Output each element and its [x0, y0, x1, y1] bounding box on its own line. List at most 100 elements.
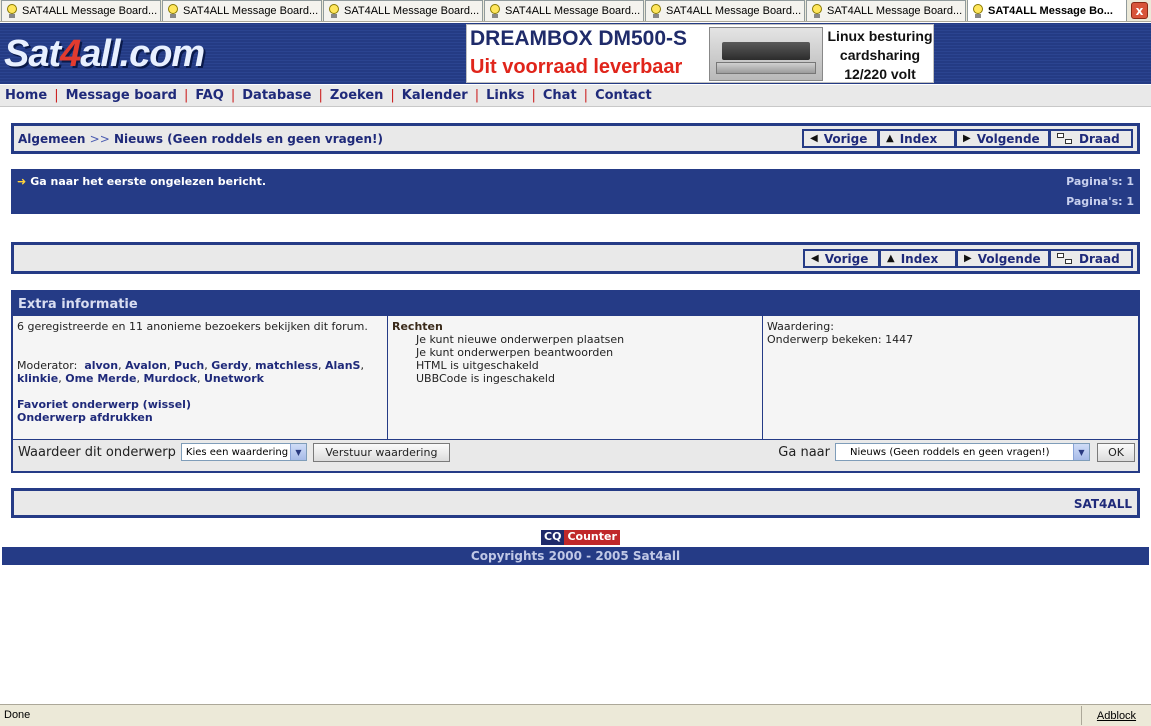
chevron-down-icon: ▼ — [289, 444, 306, 460]
browser-tab[interactable]: SAT4ALL Message Board... — [1, 0, 161, 21]
breadcrumb: Algemeen >> Nieuws (Geen roddels en geen… — [18, 132, 383, 146]
index-button[interactable]: ▲ Index — [879, 249, 956, 268]
goto-ok-button[interactable]: OK — [1097, 442, 1135, 462]
extra-info-panel: Extra informatie 6 geregistreerde en 11 … — [11, 290, 1140, 473]
next-button[interactable]: ▶ Volgende — [955, 129, 1049, 148]
copyright: Copyrights 2000 - 2005 Sat4all — [2, 547, 1149, 565]
close-tab-button[interactable]: x — [1131, 2, 1148, 19]
moderator-link[interactable]: Avalon — [125, 359, 167, 372]
nav-separator: | — [318, 88, 323, 103]
nav-separator: | — [183, 88, 189, 103]
nav-contact[interactable]: Contact — [595, 88, 652, 103]
breadcrumb-current[interactable]: Nieuws (Geen roddels en geen vragen!) — [114, 132, 383, 146]
moderator-link[interactable]: Murdock — [144, 372, 197, 385]
nav-links[interactable]: Links — [486, 88, 524, 103]
thread-nav-buttons: ◀ Vorige ▲ Index ▶ Volgende Draad — [802, 129, 1133, 148]
nav-separator: | — [54, 88, 59, 103]
banner-subtitle: Uit voorraad leverbaar — [470, 56, 683, 78]
advert-banner[interactable]: DREAMBOX DM500-S Uit voorraad leverbaar … — [466, 24, 934, 83]
index-button[interactable]: ▲ Index — [878, 129, 955, 148]
arrow-up-icon: ▲ — [886, 133, 894, 144]
permission-item: UBBCode is ingeschakeld — [416, 372, 555, 385]
adblock-button[interactable]: Adblock — [1081, 706, 1151, 725]
browser-tab[interactable]: SAT4ALL Message Board... — [162, 0, 322, 21]
nav-separator: | — [583, 88, 589, 103]
rights-column: Rechten Je kunt nieuwe onderwerpen plaat… — [388, 316, 763, 439]
moderator-link[interactable]: Gerdy — [211, 359, 248, 372]
view-count: Onderwerp bekeken: 1447 — [767, 333, 914, 346]
rights-title: Rechten — [392, 320, 443, 333]
lightbulb-icon — [6, 4, 18, 18]
status-text: Done — [4, 709, 31, 721]
thread-icon — [1057, 132, 1073, 145]
thread-nav-buttons: ◀ Vorige ▲ Index ▶ Volgende Draad — [803, 249, 1133, 268]
site-header: Sat4all.com DREAMBOX DM500-S Uit voorraa… — [0, 23, 1151, 84]
nav-zoeken[interactable]: Zoeken — [330, 88, 384, 103]
browser-tab[interactable]: SAT4ALL Message Board... — [806, 0, 966, 21]
nav-separator: | — [230, 88, 236, 103]
breadcrumb-root[interactable]: Algemeen — [18, 132, 85, 146]
nav-chat[interactable]: Chat — [543, 88, 577, 103]
thread-nav-bar-bottom: ◀ Vorige ▲ Index ▶ Volgende Draad — [11, 242, 1140, 274]
cq-counter-badge[interactable]: CQ Counter — [541, 530, 620, 545]
moderator-link[interactable]: alvon — [84, 359, 118, 372]
thread-button[interactable]: Draad — [1049, 249, 1133, 268]
prev-button[interactable]: ◀ Vorige — [802, 129, 878, 148]
nav-database[interactable]: Database — [242, 88, 311, 103]
tab-label: SAT4ALL Message Board... — [827, 5, 963, 17]
nav-message-board[interactable]: Message board — [66, 88, 177, 103]
permission-item: Je kunt onderwerpen beantwoorden — [416, 346, 614, 359]
moderator-link[interactable]: matchless — [255, 359, 318, 372]
tab-label: SAT4ALL Message Board... — [22, 5, 158, 17]
browser-tab[interactable]: SAT4ALL Message Board... — [484, 0, 644, 21]
nav-separator: | — [531, 88, 536, 103]
browser-tab[interactable]: SAT4ALL Message Board... — [323, 0, 483, 21]
rating-select[interactable]: Kies een waardering ▼ — [180, 443, 307, 461]
moderator-link[interactable]: Puch — [174, 359, 204, 372]
browser-tab-active[interactable]: SAT4ALL Message Bo... — [967, 0, 1127, 21]
arrow-left-icon: ◀ — [810, 133, 818, 144]
next-button[interactable]: ▶ Volgende — [956, 249, 1049, 268]
lightbulb-icon — [811, 4, 823, 18]
moderator-link[interactable]: Unetwork — [204, 372, 264, 385]
nav-separator: | — [474, 88, 480, 103]
lightbulb-icon — [972, 3, 984, 18]
print-topic-link[interactable]: Onderwerp afdrukken — [17, 411, 153, 424]
close-icon: x — [1135, 3, 1144, 18]
lightbulb-icon — [328, 4, 340, 18]
arrow-right-icon: ➜ — [17, 175, 27, 188]
prev-button[interactable]: ◀ Vorige — [803, 249, 879, 268]
submit-rating-button[interactable]: Verstuur waardering — [312, 442, 450, 462]
permission-item: Je kunt nieuwe onderwerpen plaatsen — [416, 333, 625, 346]
breadcrumb-bar: Algemeen >> Nieuws (Geen roddels en geen… — [11, 123, 1140, 154]
arrow-right-icon: ▶ — [964, 253, 972, 264]
nav-kalender[interactable]: Kalender — [402, 88, 468, 103]
browser-tab[interactable]: SAT4ALL Message Board... — [645, 0, 805, 21]
moderator-list: Moderator: alvon, Avalon, Puch, Gerdy, m… — [17, 359, 364, 385]
nav-faq[interactable]: FAQ — [195, 88, 224, 103]
favorite-topic-link[interactable]: Favoriet onderwerp (wissel) — [17, 398, 191, 411]
thread-button[interactable]: Draad — [1049, 129, 1133, 148]
moderator-link[interactable]: AlanS — [325, 359, 360, 372]
arrow-up-icon: ▲ — [887, 253, 895, 264]
nav-home[interactable]: Home — [5, 88, 47, 103]
tab-label: SAT4ALL Message Board... — [344, 5, 480, 17]
goto-label: Ga naar — [778, 444, 830, 460]
forum-jump-select[interactable]: Nieuws (Geen roddels en geen vragen!) ▼ — [835, 443, 1090, 461]
stats-column: Waardering: Onderwerp bekeken: 1447 — [763, 316, 1138, 439]
lightbulb-icon — [650, 4, 662, 18]
tab-bar: SAT4ALL Message Board... SAT4ALL Message… — [0, 0, 1151, 22]
tab-label: SAT4ALL Message Bo... — [988, 4, 1113, 17]
chevron-down-icon: ▼ — [1073, 444, 1089, 460]
nav-separator: | — [390, 88, 395, 103]
footer-brand[interactable]: SAT4ALL — [1074, 497, 1132, 511]
panel-header: Extra informatie — [13, 292, 1138, 316]
permission-item: HTML is uitgeschakeld — [416, 359, 539, 372]
moderator-link[interactable]: Ome Merde — [65, 372, 136, 385]
goto-first-unread-link[interactable]: ➜ Ga naar het eerste ongelezen bericht. — [17, 175, 266, 188]
thread-icon — [1057, 252, 1073, 265]
page-count: Pagina's: 1 — [1066, 175, 1134, 188]
site-logo[interactable]: Sat4all.com — [4, 33, 205, 76]
moderator-link[interactable]: klinkie — [17, 372, 58, 385]
rating-label: Waardering: — [767, 320, 834, 333]
